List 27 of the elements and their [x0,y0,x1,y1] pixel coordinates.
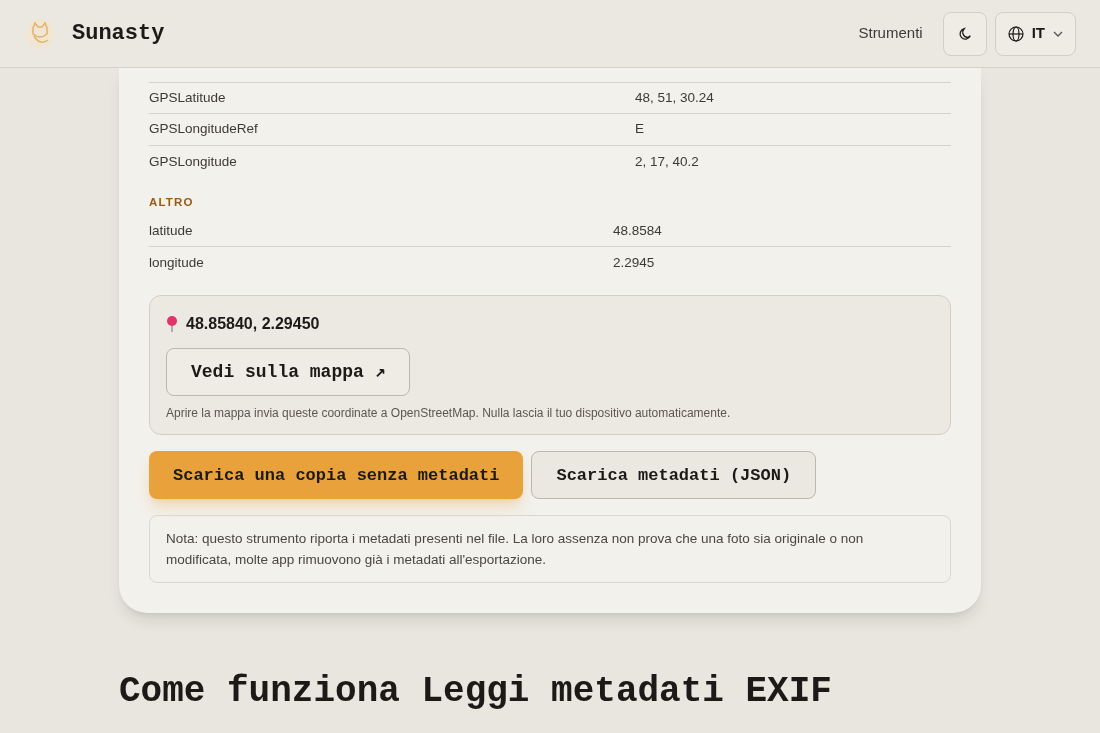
cat-logo-icon [24,17,56,50]
globe-icon [1007,25,1024,42]
download-clean-copy-button[interactable]: Scarica una copia senza metadati [149,451,524,500]
theme-toggle-button[interactable] [942,11,987,56]
download-json-button[interactable]: Scarica metadati (JSON) [531,451,817,500]
metadata-value: 48.8584 [613,221,662,240]
disclaimer-note: Nota: questo strumento riporta i metadati presenti nel file. La loro assenza non prova che una foto sia originale o non modificata, molte app rimuovono già i metadati all'esportazione. [149,515,951,584]
section-label: ALTRO [149,195,194,210]
privacy-note: Aprire la mappa invia queste coordinate a OpenStreetMap. Nulla lascia il tuo dispositivo automaticamente. [166,405,731,423]
coordinates: 48.85840, 2.29450 [186,314,320,335]
chevron-down-icon [1053,30,1063,37]
map-button[interactable]: Vedi sulla mappa ↗ [166,348,411,397]
moon-icon [957,26,972,41]
nav-link[interactable]: Strumenti [858,22,923,45]
section-heading: Come funziona Leggi metadati EXIF [119,670,833,715]
metadata-value: 2.2945 [613,254,655,273]
metadata-key: GPSLongitude [149,151,635,173]
metadata-key: latitude [149,220,613,241]
metadata-value: E [635,120,644,139]
metadata-key: GPSLatitude [149,87,635,109]
language-button[interactable]: IT [994,11,1076,56]
metadata-value: 2, 17, 40.2 [635,152,699,171]
metadata-value: 48, 51, 30.24 [635,88,714,107]
metadata-key: longitude [149,253,613,274]
pin-icon [166,315,178,334]
metadata-key: GPSLongitudeRef [149,119,635,140]
brand-name[interactable]: Sunasty [72,17,165,50]
